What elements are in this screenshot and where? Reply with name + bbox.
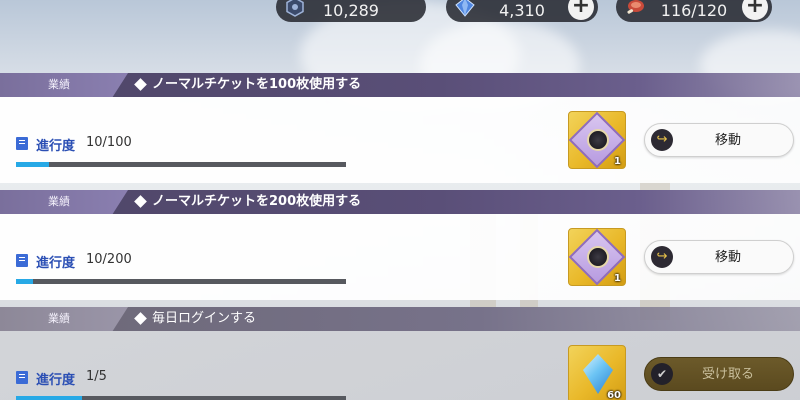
go-button[interactable]: ↪ 移動: [644, 240, 794, 274]
mission-header: 業績 ノーマルチケットを200枚使用する: [0, 190, 800, 214]
progress-value: 10/100: [86, 135, 132, 150]
reward-count: 1: [614, 273, 621, 284]
diamond-bullet-icon: [134, 312, 147, 325]
reward-count: 1: [614, 156, 621, 167]
go-button-label: 移動: [714, 250, 741, 265]
reward-item[interactable]: 60: [568, 345, 626, 400]
medal-emblem-icon: [587, 129, 609, 151]
progress-label: 進行度: [36, 256, 76, 271]
mission-header: 業績 ノーマルチケットを100枚使用する: [0, 73, 800, 97]
hexagon-coin-icon: [286, 0, 304, 17]
progress-bar-fill: [16, 162, 49, 167]
diamond-bullet-icon: [134, 78, 147, 91]
progress-bar: [16, 396, 346, 400]
progress-book-icon: [16, 254, 28, 267]
progress-bar-fill: [16, 396, 82, 400]
progress-value: 10/200: [86, 252, 132, 267]
blue-gem-icon: [455, 0, 475, 17]
mission-body: 進行度 10/200 1 ↪ 移動: [0, 214, 800, 300]
claim-button-label: 受け取る: [701, 367, 754, 382]
mission-header: 業績 毎日ログインする: [0, 307, 800, 331]
currency-coin: 10,289: [276, 0, 426, 22]
claim-button[interactable]: ✔ 受け取る: [644, 357, 794, 391]
progress-label: 進行度: [36, 139, 76, 154]
blue-crystal-icon: [583, 354, 613, 394]
currency-stamina: 116/120 +: [616, 0, 772, 22]
go-button-label: 移動: [714, 133, 741, 148]
mission-title: ノーマルチケットを200枚使用する: [152, 194, 362, 209]
currency-gem: 4,310 +: [446, 0, 598, 22]
progress-bar: [16, 279, 346, 284]
mission-tag: 業績: [0, 73, 128, 97]
mission-tag: 業績: [0, 307, 128, 331]
progress-bar: [16, 162, 346, 167]
mission-title: 毎日ログインする: [152, 311, 257, 326]
currency-bar: 10,289 4,310 + 116/120 +: [0, 0, 800, 22]
mission-tag: 業績: [0, 190, 128, 214]
mission-body: 進行度 1/5 60 ✔ 受け取る: [0, 331, 800, 400]
progress-label: 進行度: [36, 373, 76, 388]
progress-book-icon: [16, 371, 28, 384]
progress-value: 1/5: [86, 369, 107, 384]
diamond-bullet-icon: [134, 195, 147, 208]
reward-count: 60: [607, 390, 621, 400]
go-button[interactable]: ↪ 移動: [644, 123, 794, 157]
stamina-meat-icon: [627, 0, 644, 14]
progress-bar-fill: [16, 279, 33, 284]
mission-title: ノーマルチケットを100枚使用する: [152, 77, 362, 92]
reward-item[interactable]: 1: [568, 228, 626, 286]
progress-book-icon: [16, 137, 28, 150]
mission-body: 進行度 10/100 1 ↪ 移動: [0, 97, 800, 183]
reward-item[interactable]: 1: [568, 111, 626, 169]
shield-emblem-icon: [587, 246, 609, 268]
